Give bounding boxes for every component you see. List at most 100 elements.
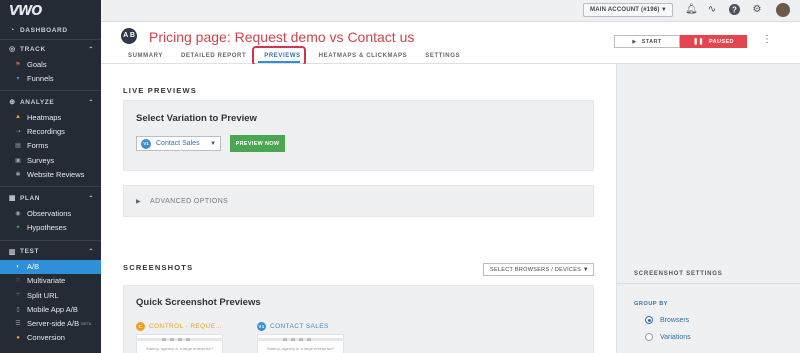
- screenshot-label: CONTROL - REQUE...: [149, 323, 223, 330]
- chevron-up-icon[interactable]: ⌃: [88, 99, 94, 106]
- live-previews-title: LIVE PREVIEWS: [123, 86, 197, 95]
- sidebar-item-label: Multivariate: [27, 276, 66, 286]
- main-content: LIVE PREVIEWS Select Variation to Previe…: [101, 64, 616, 353]
- variation-badge: V1: [141, 138, 151, 149]
- sidebar-item-multivariate[interactable]: ⁙ Multivariate: [0, 274, 101, 288]
- grid-icon: ⁙: [15, 278, 21, 285]
- start-label: START: [641, 38, 662, 45]
- divider: [0, 90, 101, 92]
- screenshot-settings-title: SCREENSHOT SETTINGS: [634, 271, 723, 277]
- sidebar-item-conversion[interactable]: ● Conversion: [0, 331, 101, 345]
- radio-button[interactable]: [645, 333, 653, 341]
- sidebar-item-hypotheses[interactable]: ✦ Hypotheses: [0, 221, 101, 235]
- radio-button[interactable]: [645, 316, 653, 324]
- sidebar-item-label: Split URL: [27, 290, 59, 300]
- sidebar-section-plan[interactable]: ▦ PLAN ⌃: [0, 190, 101, 206]
- sidebar-item-label: Conversion: [27, 333, 65, 343]
- quick-screenshot-title: Quick Screenshot Previews: [136, 297, 261, 308]
- variation-badge: V1: [257, 322, 266, 331]
- sidebar-item-recordings[interactable]: ⇢ Recordings: [0, 125, 101, 139]
- mobile-icon: ▯: [16, 306, 20, 313]
- track-icon: ◎: [9, 46, 16, 53]
- sidebar-section-dashboard[interactable]: ◔ DASHBOARD: [0, 22, 101, 38]
- account-selector[interactable]: MAIN ACCOUNT (#196) ▼: [583, 3, 673, 17]
- sidebar-item-goals[interactable]: ⚑ Goals: [0, 57, 101, 71]
- sidebar-section-test[interactable]: ▥ TEST ⌃: [0, 244, 101, 260]
- tab-summary[interactable]: SUMMARY: [128, 53, 163, 59]
- sidebar-item-observations[interactable]: ◉ Observations: [0, 206, 101, 220]
- split-icon: ⑂: [16, 292, 20, 299]
- divider: [0, 39, 101, 40]
- advanced-options-label: ADVANCED OPTIONS: [150, 198, 229, 205]
- conversion-icon: ●: [16, 334, 20, 341]
- sidebar-item-label: Goals: [27, 59, 47, 69]
- svg-text:?: ?: [732, 5, 737, 14]
- sidebar-item-label: A/B: [27, 262, 40, 272]
- screenshot-thumbnail-control[interactable]: Startup, agency or a large enterprise?: [136, 334, 223, 353]
- tab-settings[interactable]: SETTINGS: [425, 53, 460, 59]
- sidebar-item-surveys[interactable]: ▣ Surveys: [0, 153, 101, 167]
- sidebar-section-analyze[interactable]: ⊕ ANALYZE ⌃: [0, 94, 101, 110]
- caret-down-icon: ▼: [210, 140, 216, 147]
- sidebar-item-label: Funnels: [27, 73, 54, 83]
- sidebar-item-label: Mobile App A/B: [27, 304, 78, 314]
- user-avatar[interactable]: [776, 3, 790, 17]
- thumbnail-text: Startup, agency or a large enterprise?: [266, 346, 335, 351]
- review-icon: ✱: [15, 171, 21, 178]
- vwo-logo[interactable]: VWO: [0, 0, 101, 22]
- browser-device-select[interactable]: SELECT BROWSERS / DEVICES ▼: [483, 263, 594, 276]
- divider: [617, 283, 800, 284]
- paused-button[interactable]: ❚❚ PAUSED: [680, 35, 747, 48]
- screenshot-control[interactable]: C CONTROL - REQUE...: [136, 322, 222, 331]
- analyze-icon: ⊕: [9, 99, 16, 107]
- divider: [0, 239, 101, 241]
- group-by-label: GROUP BY: [634, 301, 669, 307]
- radio-browsers[interactable]: Browsers: [645, 316, 689, 324]
- chevron-up-icon[interactable]: ⌃: [88, 195, 94, 202]
- sidebar-item-label: Heatmaps: [27, 112, 62, 122]
- more-options-icon[interactable]: ⋮: [762, 34, 772, 45]
- sidebar-item-label: Hypotheses: [27, 223, 67, 233]
- sidebar-item-server-side-ab[interactable]: ☰ Server-side A/B BETA: [0, 316, 101, 330]
- pause-icon: ❚❚: [693, 39, 704, 45]
- plan-icon: ▦: [8, 195, 17, 203]
- account-label: MAIN ACCOUNT (#196): [590, 7, 660, 13]
- sidebar-item-label: Server-side A/B: [27, 319, 80, 329]
- radio-variations[interactable]: Variations: [645, 333, 691, 341]
- start-button[interactable]: ▶ START: [614, 35, 680, 48]
- advanced-options-toggle[interactable]: ▶ ADVANCED OPTIONS: [136, 198, 228, 205]
- preview-now-button[interactable]: PREVIEW NOW: [230, 135, 285, 152]
- settings-icon[interactable]: ⚙: [751, 4, 763, 16]
- screenshot-variation-1[interactable]: V1 CONTACT SALES: [257, 322, 329, 331]
- tab-heatmaps-clickmaps[interactable]: HEATMAPS & CLICKMAPS: [319, 53, 408, 59]
- screenshot-label: CONTACT SALES: [270, 323, 329, 330]
- caret-down-icon: ▼: [582, 266, 589, 273]
- quick-screenshot-card: Quick Screenshot Previews C CONTROL - RE…: [123, 285, 594, 353]
- chevron-up-icon[interactable]: ⌃: [88, 248, 94, 255]
- activity-icon[interactable]: ∿: [706, 4, 718, 16]
- tab-detailed-report[interactable]: DETAILED REPORT: [181, 53, 246, 59]
- paused-label: PAUSED: [708, 38, 734, 45]
- sidebar-item-heatmaps[interactable]: ▲ Heatmaps: [0, 110, 101, 124]
- sidebar-item-split-url[interactable]: ⑂ Split URL: [0, 288, 101, 302]
- bell-icon[interactable]: 🔔︎: [685, 4, 698, 16]
- server-icon: ☰: [15, 321, 21, 328]
- advanced-options-card[interactable]: ▶ ADVANCED OPTIONS: [123, 185, 594, 217]
- page-title: Pricing page: Request demo vs Contact us: [149, 29, 415, 45]
- sidebar-section-label: ANALYZE: [20, 98, 55, 106]
- sidebar-item-funnels[interactable]: ▾ Funnels: [0, 71, 101, 85]
- chevron-up-icon[interactable]: ⌃: [88, 46, 94, 53]
- sidebar-section-track[interactable]: ◎ TRACK ⌃: [0, 41, 101, 57]
- variation-card-title: Select Variation to Preview: [136, 113, 257, 124]
- sidebar-item-ab[interactable]: ◐ A/B: [0, 259, 101, 274]
- sidebar-item-forms[interactable]: ▤ Forms: [0, 139, 101, 153]
- screenshot-thumbnail-variation-1[interactable]: Startup, agency or a large enterprise?: [257, 334, 344, 353]
- thumbnail-text: Startup, agency or a large enterprise?: [145, 346, 214, 351]
- sidebar-item-mobile-app-ab[interactable]: ▯ Mobile App A/B: [0, 302, 101, 316]
- variation-select[interactable]: V1 Contact Sales ▼: [136, 136, 221, 151]
- sidebar-item-label: Recordings: [27, 127, 65, 137]
- tab-highlight-box: [252, 46, 306, 66]
- divider: [0, 186, 101, 188]
- help-icon[interactable]: ?: [728, 4, 740, 16]
- sidebar-item-website-reviews[interactable]: ✱ Website Reviews: [0, 167, 101, 181]
